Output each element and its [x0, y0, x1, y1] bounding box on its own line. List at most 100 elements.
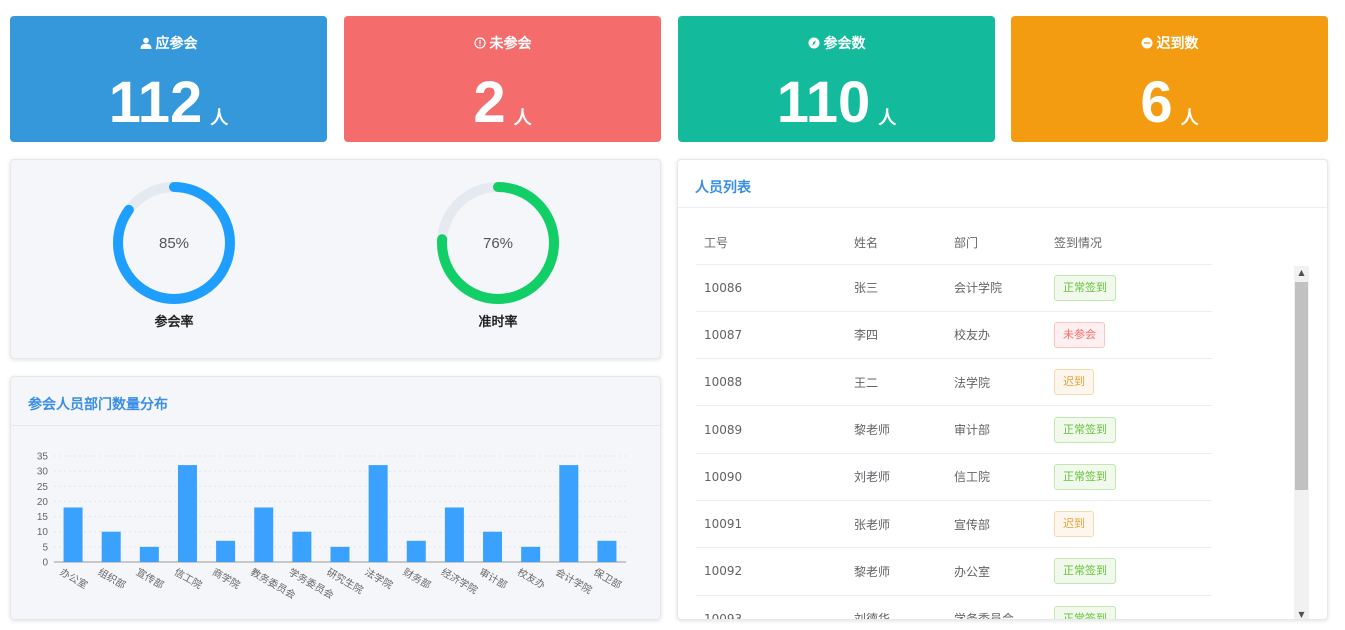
table-scrollbar[interactable]: ▲ ▼ [1294, 266, 1309, 619]
bar[interactable] [597, 540, 617, 562]
column-header: 部门 [946, 222, 1046, 265]
bar[interactable] [521, 546, 541, 562]
bar[interactable] [139, 546, 159, 562]
table-row[interactable]: 10092 黎老师 办公室 正常签到 [696, 547, 1212, 596]
cell-name: 张老师 [846, 500, 946, 549]
cell-dept: 法学院 [946, 358, 1046, 407]
bar[interactable] [483, 531, 503, 562]
stat-value: 2 [473, 70, 506, 135]
x-tick-label: 经济学院 [439, 565, 480, 596]
people-table: 工号 姓名 部门 签到情况 10086 张三 会计学院 正常签到 10087 李四 校友办未… [696, 222, 1212, 619]
user-icon [140, 37, 151, 49]
y-tick-label: 5 [42, 542, 48, 553]
bar[interactable] [101, 531, 121, 562]
stat-value: 110 [776, 70, 871, 135]
compass-icon [808, 37, 819, 49]
divider [11, 425, 660, 426]
stat-unit: 人 [513, 108, 532, 129]
cell-name: 王二 [846, 358, 946, 407]
status-badge: 正常签到 [1054, 558, 1116, 585]
cell-status: 未参会 [1046, 311, 1212, 360]
cell-status: 正常签到 [1046, 405, 1212, 454]
status-badge: 未参会 [1054, 321, 1105, 348]
cell-dept: 会计学院 [946, 264, 1046, 312]
table-row[interactable]: 10093 刘德华 学务委员会 正常签到 [696, 595, 1212, 619]
y-tick-label: 10 [37, 527, 49, 538]
table-row[interactable]: 10090 刘老师 信工院 正常签到 [696, 453, 1212, 501]
cell-name: 刘德华 [846, 595, 946, 619]
status-badge: 迟到 [1054, 369, 1094, 396]
cell-id: 10093 [696, 595, 846, 619]
x-tick-label: 校友办 [515, 565, 547, 591]
rate-gauges-panel: 85% 参会率 76% 准时率 [10, 159, 661, 359]
cell-id: 10088 [696, 358, 846, 407]
x-tick-label: 保卫部 [591, 565, 623, 591]
dept-bar-chart: 05101520253035办公室 组织部 宣传部 信工院 商学院 教务委员会学务委员会研… [37, 452, 626, 602]
attendance-rate-gauge: 85% 参会率 [104, 178, 244, 330]
x-tick-label: 会计学院 [553, 565, 594, 596]
cell-dept: 校友办 [946, 311, 1046, 360]
column-header: 工号 [696, 222, 846, 265]
dept-distribution-panel: 参会人员部门数量分布 0 5 10 15 20 25 30 35 办公室 组织部 宣传部 信工院 商学院… [10, 376, 661, 620]
table-row[interactable]: 10088 王二 法学院 迟到 [696, 358, 1212, 407]
bar[interactable] [216, 540, 236, 562]
punctuality-rate-gauge: 76% 准时率 [428, 178, 568, 330]
cell-id: 10086 [696, 264, 846, 312]
cell-name: 张三 [846, 264, 946, 312]
gauge-label: 参会率 [154, 315, 194, 330]
scroll-thumb[interactable] [1295, 282, 1308, 490]
table-row[interactable]: 10091 张老师 宣传部 迟到 [696, 500, 1212, 549]
bar[interactable] [63, 507, 83, 562]
bar[interactable] [177, 465, 197, 562]
cell-name: 黎老师 [846, 547, 946, 596]
table-row[interactable]: 10089 黎老师 审计部 正常签到 [696, 405, 1212, 454]
cell-id: 10089 [696, 405, 846, 454]
x-tick-label: 商学院 [210, 565, 242, 591]
stat-unit: 人 [210, 108, 229, 129]
table-row[interactable]: 10086 张三 会计学院 正常签到 [696, 264, 1212, 312]
x-tick-label: 审计部 [477, 565, 509, 591]
y-tick-label: 35 [37, 452, 49, 463]
stat-unit: 人 [878, 108, 897, 129]
status-badge: 正常签到 [1054, 463, 1116, 490]
bar[interactable] [559, 465, 579, 562]
stat-card-attended: 参会数 110 人 [678, 16, 995, 142]
scroll-down-arrow-icon[interactable]: ▼ [1294, 608, 1309, 619]
punctuality-rate-ring: 76% [437, 182, 559, 304]
y-tick-label: 25 [37, 482, 49, 493]
attendance-rate-ring: 85% [113, 182, 235, 304]
stat-title: 参会数 [823, 36, 866, 52]
cell-name: 黎老师 [846, 405, 946, 454]
bar[interactable] [254, 507, 274, 562]
table-row[interactable]: 10087 李四 校友办 未参会 [696, 311, 1212, 360]
cell-status: 正常签到 [1046, 264, 1212, 312]
x-tick-label: 组织部 [96, 565, 128, 591]
bar[interactable] [368, 465, 388, 562]
cell-name: 李四 [846, 311, 946, 360]
bar[interactable] [330, 546, 350, 562]
x-tick-label: 办公室 [58, 565, 90, 591]
cell-status: 正常签到 [1046, 595, 1212, 619]
column-header: 姓名 [846, 222, 946, 265]
status-badge: 正常签到 [1054, 605, 1116, 619]
x-tick-label: 信工院 [172, 565, 204, 591]
cell-status: 迟到 [1046, 358, 1212, 407]
stat-card-late: 迟到数 6 人 [1011, 16, 1328, 142]
cell-name: 刘老师 [846, 453, 946, 501]
people-list-panel: 人员列表 工号 姓名 部门 签到情况 10086 张三 会计学院 正常签到 10087 李… [677, 159, 1328, 620]
bar[interactable] [406, 540, 426, 562]
minus-circle-icon [1141, 37, 1152, 49]
cell-id: 10090 [696, 453, 846, 501]
gauge-label: 准时率 [478, 315, 518, 330]
cell-dept: 宣传部 [946, 500, 1046, 549]
x-tick-label: 法学院 [363, 565, 395, 591]
stat-title: 应参会 [155, 36, 198, 52]
bar[interactable] [444, 507, 464, 562]
bar[interactable] [292, 531, 312, 562]
x-tick-label: 宣传部 [134, 565, 166, 591]
y-tick-label: 0 [42, 558, 48, 569]
table-header-row: 工号 姓名 部门 签到情况 [696, 222, 1212, 265]
status-badge: 正常签到 [1054, 274, 1116, 301]
scroll-up-arrow-icon[interactable]: ▲ [1294, 266, 1309, 280]
stat-card-absent: 未参会 2 人 [344, 16, 661, 142]
